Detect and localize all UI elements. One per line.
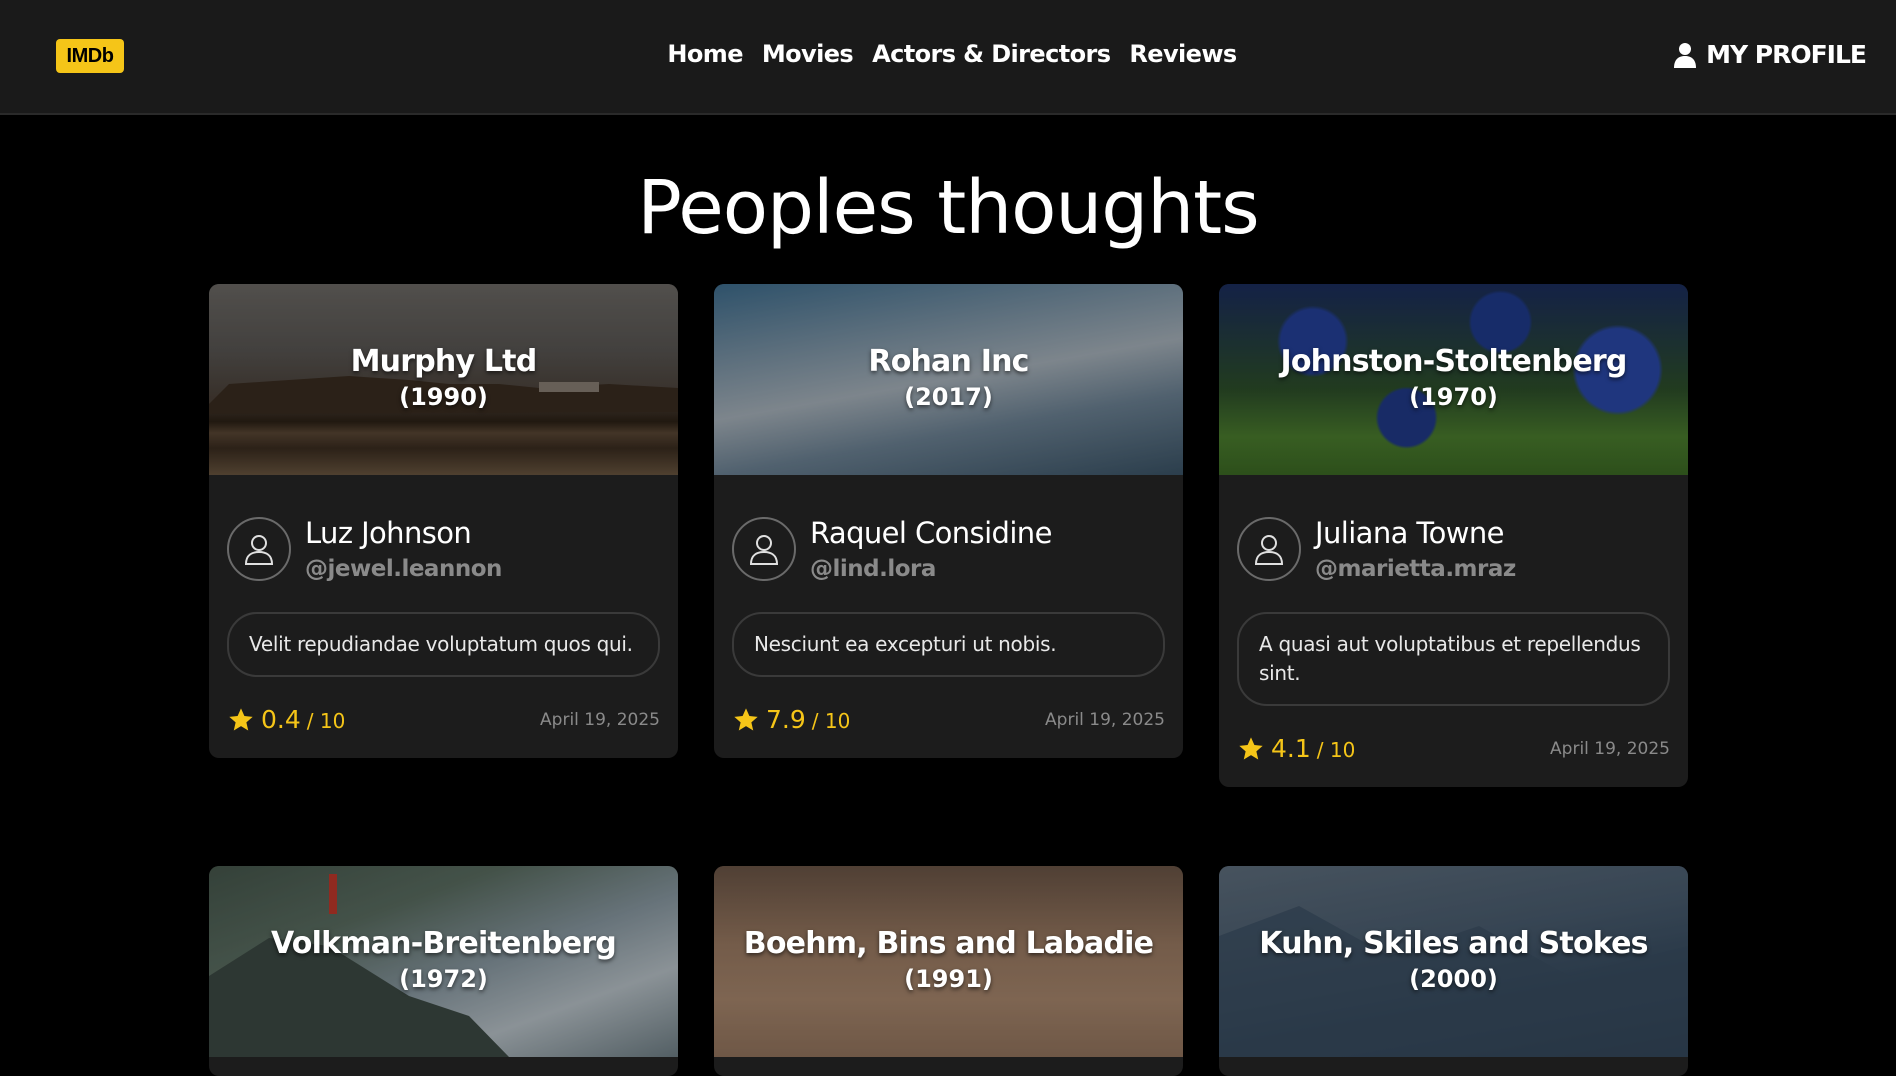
review-date: April 19, 2025 <box>540 709 660 730</box>
star-icon <box>229 707 253 730</box>
review-comment: A quasi aut voluptatibus et repellendus … <box>1237 612 1670 706</box>
movie-company: Boehm, Bins and Labadie <box>743 926 1154 961</box>
reviewer-handle[interactable]: @lind.lora <box>810 556 1052 582</box>
movie-company: Rohan Inc <box>868 344 1029 379</box>
star-icon <box>1239 736 1263 759</box>
reviewer-name[interactable]: Raquel Considine <box>810 516 1052 550</box>
reviewer-name[interactable]: Juliana Towne <box>1315 516 1516 550</box>
rating: 4.1 / 10 <box>1237 734 1355 763</box>
rating: 7.9 / 10 <box>732 705 850 734</box>
rating: 0.4 / 10 <box>227 705 345 734</box>
rating-max: / 10 <box>811 709 851 733</box>
nav-link-home[interactable]: Home <box>667 40 743 68</box>
navbar: IMDb Home Movies Actors & Directors Revi… <box>0 0 1896 115</box>
review-card[interactable]: Volkman-Breitenberg (1972) <box>209 866 678 1076</box>
movie-year: (1972) <box>399 965 488 993</box>
avatar <box>227 517 291 581</box>
card-banner: Rohan Inc (2017) <box>714 284 1183 475</box>
user-icon <box>1674 42 1697 68</box>
card-banner: Johnston-Stoltenberg (1970) <box>1219 284 1688 475</box>
movie-year: (1991) <box>904 965 993 993</box>
nav-link-movies[interactable]: Movies <box>762 40 854 68</box>
movie-year: (1970) <box>1409 383 1498 411</box>
movie-company: Johnston-Stoltenberg <box>1280 344 1627 379</box>
my-profile-label: MY PROFILE <box>1706 40 1867 69</box>
review-card[interactable]: Rohan Inc (2017) Raquel Considine @lind.… <box>714 284 1183 758</box>
review-comment: Velit repudiandae voluptatum quos qui. <box>227 612 660 677</box>
my-profile-button[interactable]: MY PROFILE <box>1674 40 1867 69</box>
review-card[interactable]: Kuhn, Skiles and Stokes (2000) <box>1219 866 1688 1076</box>
movie-year: (2017) <box>904 383 993 411</box>
reviewer-handle[interactable]: @marietta.mraz <box>1315 556 1516 582</box>
card-banner: Kuhn, Skiles and Stokes (2000) <box>1219 866 1688 1057</box>
main-nav: Home Movies Actors & Directors Reviews <box>0 40 1896 68</box>
user-outline-icon <box>749 535 779 565</box>
reviewer-handle[interactable]: @jewel.leannon <box>305 556 502 582</box>
star-icon <box>734 707 758 730</box>
movie-company: Kuhn, Skiles and Stokes <box>1259 926 1648 961</box>
page-title: Peoples thoughts <box>637 165 1259 251</box>
review-date: April 19, 2025 <box>1045 709 1165 730</box>
review-card[interactable]: Murphy Ltd (1990) Luz Johnson @jewel.lea… <box>209 284 678 758</box>
rating-score: 4.1 <box>1271 734 1311 763</box>
card-banner: Volkman-Breitenberg (1972) <box>209 866 678 1057</box>
review-card[interactable]: Boehm, Bins and Labadie (1991) <box>714 866 1183 1076</box>
movie-company: Murphy Ltd <box>350 344 538 379</box>
rating-score: 7.9 <box>766 705 806 734</box>
movie-company: Volkman-Breitenberg <box>271 926 617 961</box>
avatar <box>1237 517 1301 581</box>
movie-year: (2000) <box>1409 965 1498 993</box>
rating-max: / 10 <box>306 709 346 733</box>
review-card[interactable]: Johnston-Stoltenberg (1970) Juliana Town… <box>1219 284 1688 787</box>
reviewer-name[interactable]: Luz Johnson <box>305 516 502 550</box>
nav-link-actors-directors[interactable]: Actors & Directors <box>872 40 1111 68</box>
card-banner: Boehm, Bins and Labadie (1991) <box>714 866 1183 1057</box>
user-outline-icon <box>1254 535 1284 565</box>
review-date: April 19, 2025 <box>1550 738 1670 759</box>
nav-link-reviews[interactable]: Reviews <box>1129 40 1237 68</box>
rating-score: 0.4 <box>261 705 301 734</box>
rating-max: / 10 <box>1316 738 1356 762</box>
user-outline-icon <box>244 535 274 565</box>
review-comment: Nesciunt ea excepturi ut nobis. <box>732 612 1165 677</box>
movie-year: (1990) <box>399 383 488 411</box>
card-banner: Murphy Ltd (1990) <box>209 284 678 475</box>
avatar <box>732 517 796 581</box>
